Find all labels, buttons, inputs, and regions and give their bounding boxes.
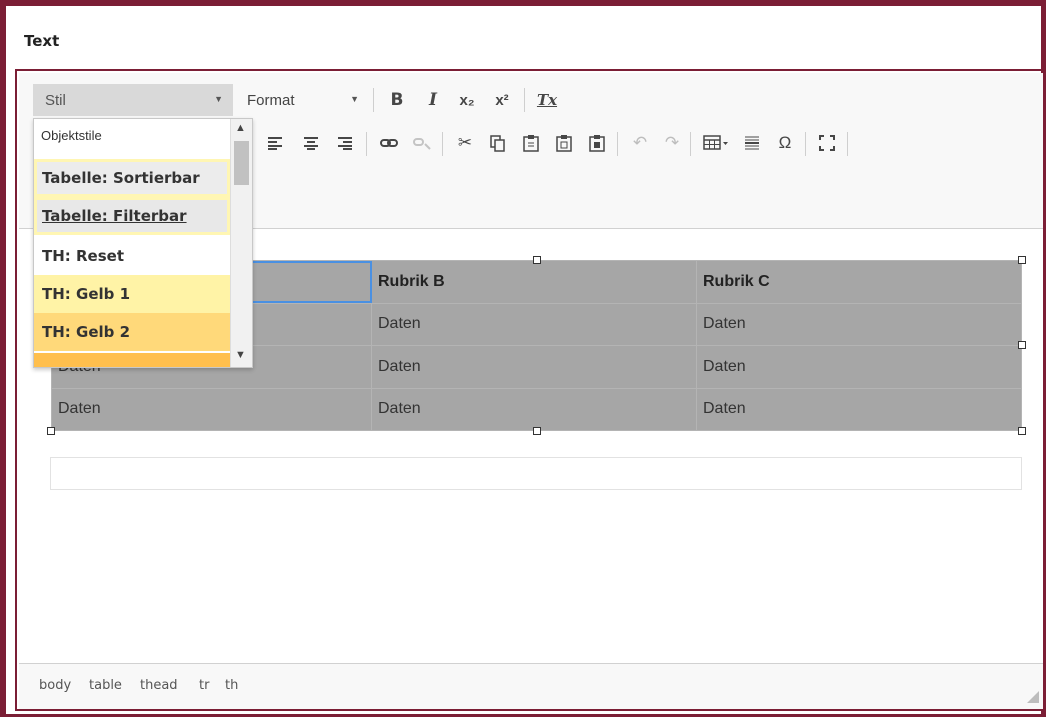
toolbar-separator [366, 132, 367, 156]
scrollbar-thumb[interactable] [234, 141, 249, 185]
format-combo[interactable]: Format ▼ [235, 84, 369, 116]
panel-title: Text [24, 32, 60, 50]
resize-grip-icon[interactable] [1027, 691, 1039, 703]
align-right-icon [338, 137, 352, 150]
copy-icon [490, 134, 505, 152]
path-item-tr[interactable]: tr [199, 678, 209, 693]
path-item-thead[interactable]: thead [140, 678, 178, 693]
copy-button[interactable] [485, 130, 511, 156]
undo-button[interactable]: ↶ [627, 130, 653, 156]
style-dropdown: Objektstile Tabelle: Sortierbar Tabelle:… [33, 118, 253, 368]
table-header-cell[interactable]: Rubrik B [371, 260, 697, 304]
dropdown-group-header: Objektstile [34, 119, 230, 149]
toolbar-separator [805, 132, 806, 156]
table-icon [703, 135, 728, 150]
table-cell[interactable]: Daten [696, 345, 1022, 389]
cut-button[interactable]: ✂ [452, 130, 478, 156]
table-cell[interactable]: Daten [51, 387, 372, 431]
toolbar-separator [373, 88, 374, 112]
bold-button[interactable]: B [384, 87, 410, 113]
table-cell[interactable]: Daten [696, 387, 1022, 431]
dropdown-item-th-gelb-1[interactable]: TH: Gelb 1 [34, 275, 230, 313]
special-char-button[interactable]: Ω [772, 130, 798, 156]
link-icon [380, 139, 398, 147]
unlink-button[interactable] [409, 130, 435, 156]
dropdown-item-sortierbar[interactable]: Tabelle: Sortierbar [34, 159, 230, 197]
italic-button[interactable]: I [420, 87, 446, 113]
link-button[interactable] [376, 130, 402, 156]
path-item-body[interactable]: body [39, 678, 71, 693]
subscript-button[interactable]: x₂ [454, 87, 480, 113]
align-left-button[interactable] [262, 130, 288, 156]
table-cell[interactable]: Daten [696, 302, 1022, 346]
paste-button[interactable] [518, 130, 544, 156]
paste-text-icon [556, 135, 572, 152]
empty-paragraph[interactable] [50, 457, 1022, 490]
element-path-bar: body table thead tr th [19, 663, 1043, 709]
align-left-icon [268, 137, 282, 150]
resize-handle[interactable] [1018, 341, 1026, 349]
resize-handle[interactable] [47, 427, 55, 435]
horizontal-rule-icon [745, 136, 759, 150]
table-cell[interactable]: Daten [371, 302, 697, 346]
undo-icon: ↶ [632, 133, 648, 152]
superscript-button[interactable]: x² [489, 87, 515, 113]
paste-text-button[interactable] [551, 130, 577, 156]
dropdown-item-filterbar[interactable]: Tabelle: Filterbar [34, 197, 230, 235]
style-combo[interactable]: Stil ▼ [33, 84, 233, 116]
dropdown-item-partial[interactable] [34, 353, 230, 367]
paste-word-icon [589, 135, 605, 152]
chevron-down-icon: ▼ [214, 94, 223, 104]
redo-icon: ↷ [664, 133, 680, 152]
dropdown-item-th-gelb-2[interactable]: TH: Gelb 2 [34, 313, 230, 351]
dropdown-scrollbar[interactable]: ▲ ▼ [230, 119, 252, 367]
align-right-button[interactable] [332, 130, 358, 156]
align-center-icon [304, 137, 318, 150]
style-combo-label: Stil [45, 91, 66, 109]
chevron-down-icon: ▼ [350, 94, 359, 104]
resize-handle[interactable] [1018, 256, 1026, 264]
maximize-button[interactable] [814, 130, 840, 156]
table-header-cell[interactable]: Rubrik C [696, 260, 1022, 304]
toolbar-separator [690, 132, 691, 156]
toolbar-separator [442, 132, 443, 156]
paste-word-button[interactable] [584, 130, 610, 156]
toolbar-separator [847, 132, 848, 156]
format-combo-label: Format [247, 91, 295, 109]
path-item-th[interactable]: th [225, 678, 238, 693]
align-center-button[interactable] [298, 130, 324, 156]
remove-format-button[interactable]: Tx [534, 87, 560, 113]
table-cell[interactable]: Daten [371, 387, 697, 431]
scissors-icon: ✂ [457, 133, 473, 152]
resize-handle[interactable] [1018, 427, 1026, 435]
path-item-table[interactable]: table [89, 678, 122, 693]
table-cell[interactable]: Daten [371, 345, 697, 389]
resize-handle[interactable] [533, 427, 541, 435]
unlink-icon [413, 138, 431, 150]
dropdown-item-th-reset[interactable]: TH: Reset [34, 237, 230, 275]
redo-button[interactable]: ↷ [659, 130, 685, 156]
table-button[interactable] [699, 130, 733, 156]
scroll-up-icon[interactable]: ▲ [235, 122, 246, 134]
paste-icon [523, 135, 539, 152]
toolbar-separator [524, 88, 525, 112]
toolbar-separator [617, 132, 618, 156]
horizontal-rule-button[interactable] [739, 130, 765, 156]
maximize-icon [819, 135, 835, 151]
scroll-down-icon[interactable]: ▼ [235, 349, 246, 361]
table-row: Daten Daten Daten [51, 387, 1022, 431]
resize-handle[interactable] [533, 256, 541, 264]
